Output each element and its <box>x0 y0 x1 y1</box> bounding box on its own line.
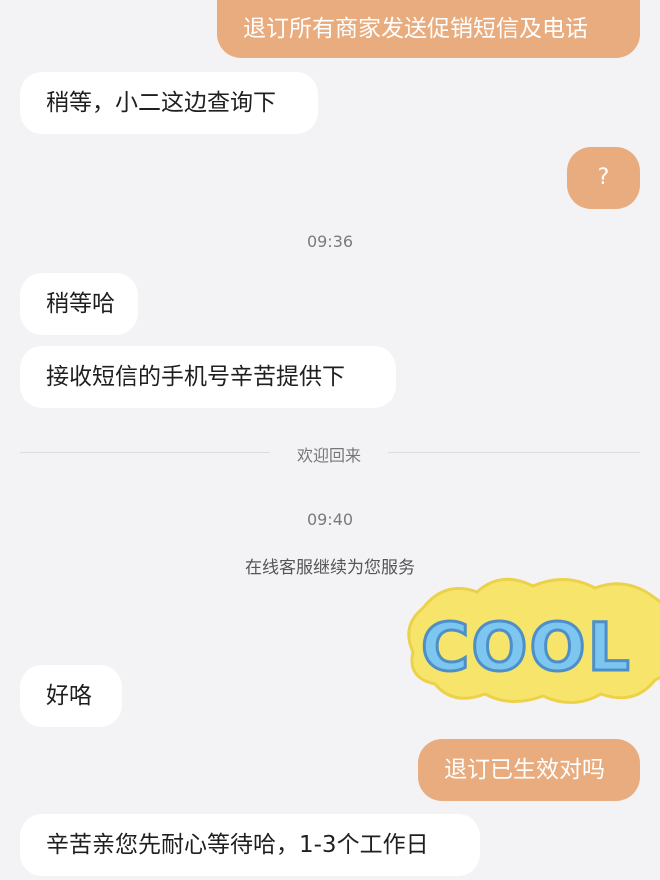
divider-line-left <box>20 452 270 453</box>
timestamp: 09:40 <box>306 510 354 529</box>
message-text: 好咯 <box>46 682 92 709</box>
divider-line-right <box>388 452 640 453</box>
outgoing-message-question[interactable]: ? <box>567 147 640 209</box>
outgoing-message-confirm[interactable]: 退订已生效对吗 <box>418 739 640 801</box>
cool-sticker[interactable]: COOL <box>405 568 660 708</box>
sticker-text: COOL <box>421 609 632 686</box>
welcome-back-divider: 欢迎回来 <box>20 446 640 465</box>
incoming-message-ok[interactable]: 好咯 <box>20 665 122 727</box>
divider-label: 欢迎回来 <box>296 446 361 465</box>
incoming-message-wait[interactable]: 稍等哈 <box>20 273 138 335</box>
message-text: 稍等，小二这边查询下 <box>46 89 276 116</box>
message-text: 退订已生效对吗 <box>444 756 605 783</box>
message-text: ? <box>597 165 610 190</box>
timestamp: 09:36 <box>306 232 354 251</box>
message-text: 辛苦亲您先耐心等待哈，1-3个工作日 <box>46 831 429 858</box>
message-text: 稍等哈 <box>46 290 115 317</box>
incoming-message-checking[interactable]: 稍等，小二这边查询下 <box>20 72 318 134</box>
message-text: 接收短信的手机号辛苦提供下 <box>46 363 345 390</box>
incoming-message-wait-days[interactable]: 辛苦亲您先耐心等待哈，1-3个工作日 <box>20 814 480 876</box>
chat-thread: 退订所有商家发送促销短信及电话 稍等，小二这边查询下 ? 09:36 稍等哈 接… <box>0 0 660 880</box>
incoming-message-phone-request[interactable]: 接收短信的手机号辛苦提供下 <box>20 346 396 408</box>
message-text: 退订所有商家发送促销短信及电话 <box>243 15 588 42</box>
outgoing-message-unsubscribe-all[interactable]: 退订所有商家发送促销短信及电话 <box>217 0 640 58</box>
